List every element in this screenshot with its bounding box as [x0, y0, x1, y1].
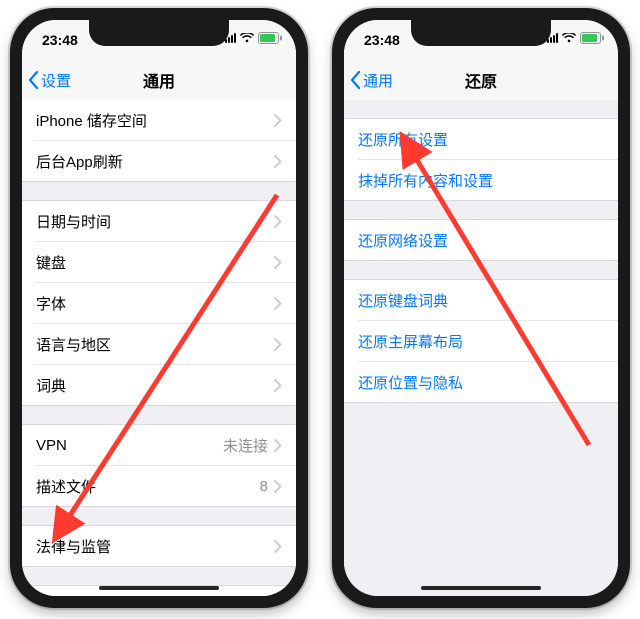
settings-group: 还原网络设置: [344, 219, 618, 261]
content-left[interactable]: iPhone 储存空间后台App刷新日期与时间键盘字体语言与地区词典VPN未连接…: [22, 100, 296, 596]
cell-label: 还原: [36, 596, 274, 597]
cell-detail: 未连接: [223, 435, 268, 456]
chevron-right-icon: [274, 338, 282, 351]
home-indicator[interactable]: [99, 586, 219, 590]
cell-label: 还原键盘词典: [358, 290, 604, 311]
cell-label: 日期与时间: [36, 211, 274, 232]
nav-bar: 通用 还原: [344, 60, 618, 101]
cell-vpn[interactable]: VPN未连接: [22, 425, 296, 465]
cell-iphone-storage[interactable]: iPhone 储存空间: [22, 100, 296, 140]
chevron-left-icon: [28, 71, 39, 89]
status-time: 23:48: [364, 32, 400, 48]
cell-language-region[interactable]: 语言与地区: [22, 324, 296, 364]
settings-group: 还原所有设置抹掉所有内容和设置: [344, 118, 618, 201]
nav-bar: 设置 通用: [22, 60, 296, 101]
cell-fonts[interactable]: 字体: [22, 283, 296, 323]
phone-frame-right: 23:48 通用 还原 还原所有设置抹掉所有内容和设置还原网络设置还原键盘词典还…: [332, 8, 630, 608]
cell-label: 还原网络设置: [358, 230, 604, 251]
chevron-right-icon: [274, 439, 282, 452]
settings-group: iPhone 储存空间后台App刷新: [22, 100, 296, 182]
cell-label: iPhone 储存空间: [36, 110, 274, 131]
cell-keyboard[interactable]: 键盘: [22, 242, 296, 282]
screen-right: 23:48 通用 还原 还原所有设置抹掉所有内容和设置还原网络设置还原键盘词典还…: [344, 20, 618, 596]
wifi-icon: [562, 33, 576, 43]
cell-background-app-refresh[interactable]: 后台App刷新: [22, 141, 296, 181]
nav-title: 还原: [465, 68, 497, 92]
cell-reset-keyboard-dict[interactable]: 还原键盘词典: [344, 280, 618, 320]
settings-group: 法律与监管: [22, 525, 296, 567]
cell-legal[interactable]: 法律与监管: [22, 526, 296, 566]
cell-label: 描述文件: [36, 476, 260, 497]
back-button[interactable]: 通用: [350, 60, 393, 100]
cell-label: VPN: [36, 437, 223, 454]
chevron-right-icon: [274, 215, 282, 228]
back-label: 通用: [363, 70, 393, 91]
chevron-right-icon: [274, 155, 282, 168]
screen-left: 23:48 设置 通用 iPhone 储存空间后台App刷新日期与时间键盘字体语…: [22, 20, 296, 596]
content-right[interactable]: 还原所有设置抹掉所有内容和设置还原网络设置还原键盘词典还原主屏幕布局还原位置与隐…: [344, 100, 618, 596]
cell-detail: 8: [260, 478, 268, 495]
battery-icon: [258, 32, 282, 44]
cell-reset-all-settings[interactable]: 还原所有设置: [344, 119, 618, 159]
nav-title: 通用: [143, 68, 175, 92]
chevron-right-icon: [274, 114, 282, 127]
chevron-left-icon: [350, 71, 361, 89]
cell-label: 法律与监管: [36, 536, 274, 557]
cell-label: 后台App刷新: [36, 151, 274, 172]
cell-label: 语言与地区: [36, 334, 274, 355]
cell-reset-network[interactable]: 还原网络设置: [344, 220, 618, 260]
cell-label: 还原主屏幕布局: [358, 331, 604, 352]
settings-group: VPN未连接描述文件8: [22, 424, 296, 507]
chevron-right-icon: [274, 297, 282, 310]
phone-frame-left: 23:48 设置 通用 iPhone 储存空间后台App刷新日期与时间键盘字体语…: [10, 8, 308, 608]
battery-icon: [580, 32, 604, 44]
notch: [411, 20, 551, 46]
chevron-right-icon: [274, 379, 282, 392]
cell-label: 还原位置与隐私: [358, 372, 604, 393]
back-label: 设置: [41, 70, 71, 91]
cell-label: 词典: [36, 375, 274, 396]
cell-reset-location-privacy[interactable]: 还原位置与隐私: [344, 362, 618, 402]
wifi-icon: [240, 33, 254, 43]
status-icons: [547, 32, 604, 44]
cell-label: 字体: [36, 293, 274, 314]
cell-label: 键盘: [36, 252, 274, 273]
home-indicator[interactable]: [421, 586, 541, 590]
cell-profiles[interactable]: 描述文件8: [22, 466, 296, 506]
chevron-right-icon: [274, 256, 282, 269]
cell-label: 还原所有设置: [358, 129, 604, 150]
status-icons: [225, 32, 282, 44]
cell-reset-home-layout[interactable]: 还原主屏幕布局: [344, 321, 618, 361]
cell-label: 抹掉所有内容和设置: [358, 170, 604, 191]
settings-group: 日期与时间键盘字体语言与地区词典: [22, 200, 296, 406]
chevron-right-icon: [274, 540, 282, 553]
cell-erase-all[interactable]: 抹掉所有内容和设置: [344, 160, 618, 200]
chevron-right-icon: [274, 480, 282, 493]
settings-group: 还原键盘词典还原主屏幕布局还原位置与隐私: [344, 279, 618, 403]
notch: [89, 20, 229, 46]
cell-dictionary[interactable]: 词典: [22, 365, 296, 405]
back-button[interactable]: 设置: [28, 60, 71, 100]
cell-date-time[interactable]: 日期与时间: [22, 201, 296, 241]
status-time: 23:48: [42, 32, 78, 48]
